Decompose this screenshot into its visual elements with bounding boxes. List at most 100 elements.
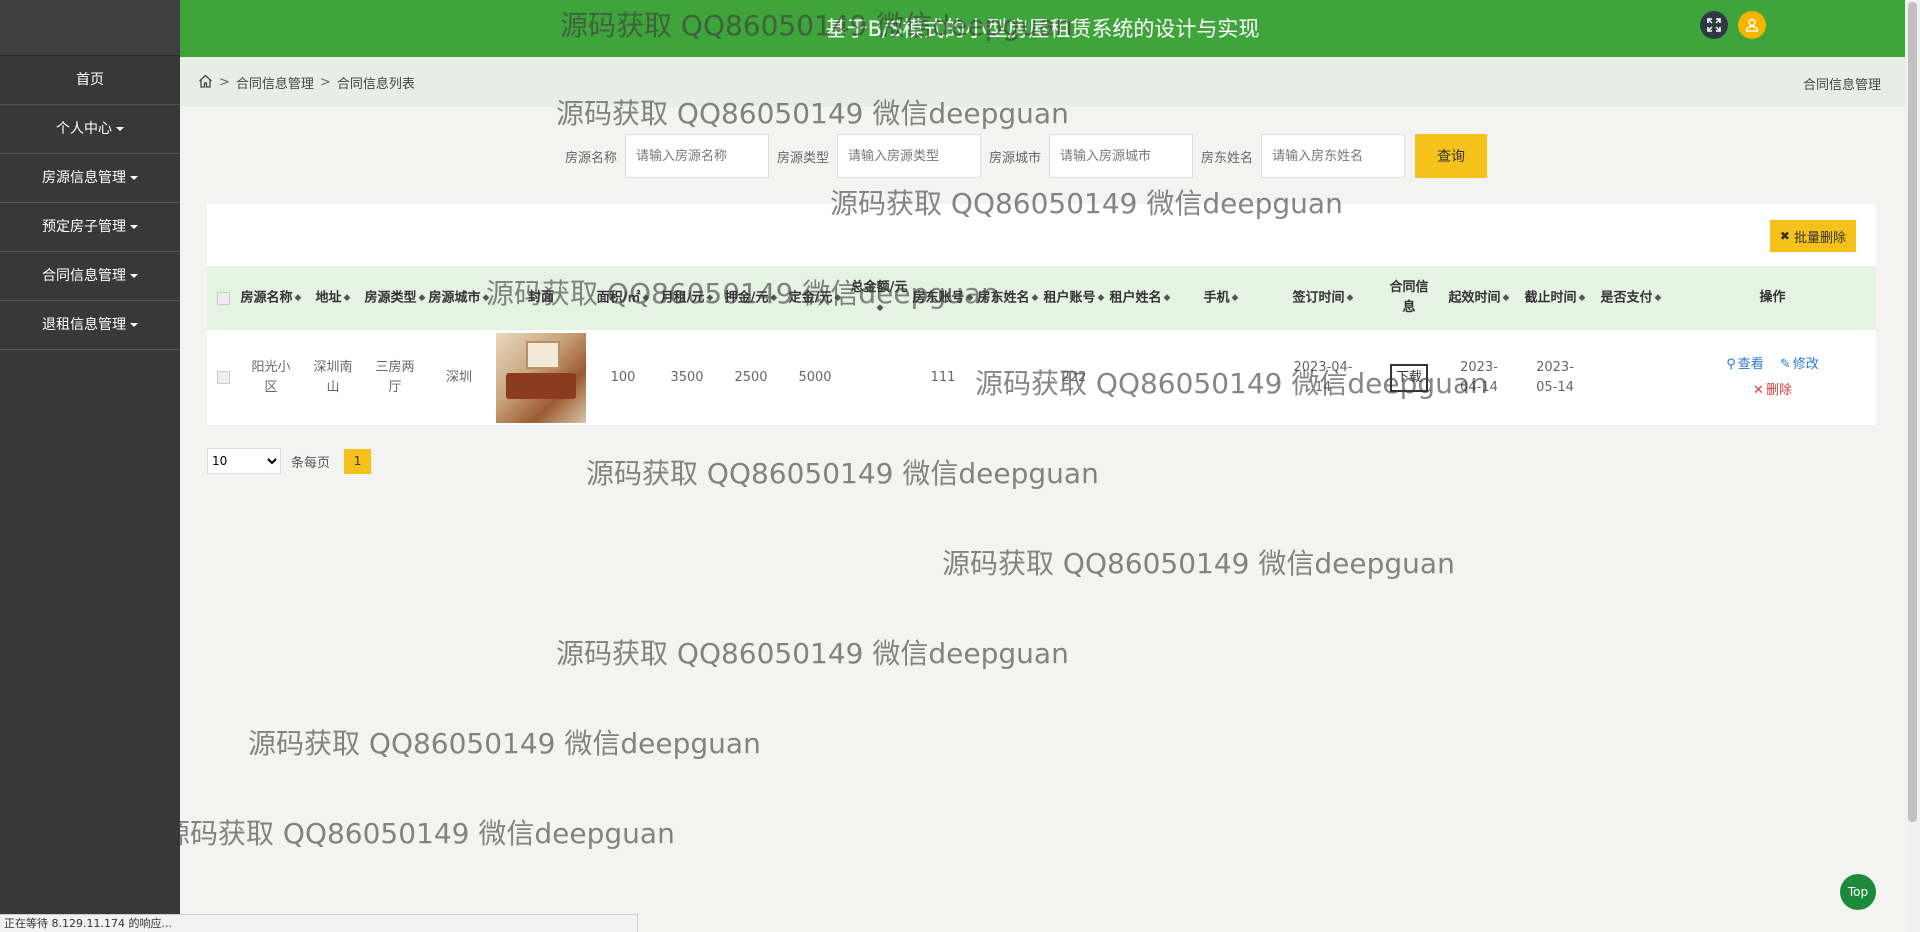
sidebar: 首页 个人中心 房源信息管理 预定房子管理 合同信息管理 退租信息管理 [0,0,180,932]
download-contract-button[interactable]: 下载 [1389,363,1428,392]
page-scrollbar[interactable] [1905,0,1920,932]
house-cover-image[interactable] [496,332,586,423]
header-paid[interactable]: 是否支付 ◆ [1593,266,1669,330]
caret-down-icon [130,323,138,327]
header-tenant-name[interactable]: 租户姓名 ◆ [1107,266,1173,330]
sort-icon[interactable]: ◆ [1579,288,1586,308]
sort-icon[interactable]: ◆ [1098,288,1105,308]
cell-house-name: 阳光小区 [251,359,291,395]
breadcrumb-separator: > [319,75,331,90]
sort-icon[interactable]: ◆ [1655,288,1662,308]
sort-icon[interactable]: ◆ [834,288,841,308]
header-actions: 操作 [1669,266,1876,330]
sort-icon[interactable]: ◆ [295,288,302,308]
page-number-button[interactable]: 1 [344,448,372,474]
browser-status-bar: 正在等待 8.129.11.174 的响应... [0,914,638,932]
cell-paid [1593,330,1669,425]
header-rent[interactable]: 月租/元 ◆ [655,266,719,330]
header-house-city[interactable]: 房源城市 ◆ [427,266,491,330]
header-total[interactable]: 总金额/元 ◆ [847,266,911,330]
sidebar-item-personal-center[interactable]: 个人中心 [0,105,180,154]
header-label: 总金额/元 [850,279,908,295]
sort-icon[interactable]: ◆ [1032,288,1039,308]
house-city-label: 房源城市 [989,150,1042,166]
sort-icon[interactable]: ◆ [706,288,713,308]
header-tenant-account[interactable]: 租户账号 ◆ [1041,266,1107,330]
header-owner-account[interactable]: 房东账号 ◆ [911,266,975,330]
query-button[interactable]: 查询 [1415,134,1488,178]
sort-icon[interactable]: ◆ [1232,288,1239,308]
scrollbar-thumb[interactable] [1908,2,1917,822]
header-deposit[interactable]: 押金/元 ◆ [719,266,783,330]
sort-icon[interactable]: ◆ [877,298,884,318]
header-label: 押金/元 [724,290,769,306]
app-title: 基于B/S模式的小型房屋租赁系统的设计与实现 [825,17,1260,41]
search-icon: ⚲ [1726,356,1736,372]
header-phone[interactable]: 手机 ◆ [1173,266,1269,330]
select-all-checkbox-cell[interactable] [207,266,239,330]
cell-actions: ⚲ 查看 ✎ 修改 ✕ 删除 [1669,330,1876,425]
select-all-checkbox[interactable] [216,291,230,305]
sort-icon[interactable]: ◆ [1347,288,1354,308]
house-type-input[interactable] [837,134,982,178]
sidebar-item-contract[interactable]: 合同信息管理 [0,252,180,301]
table-header: 房源名称 ◆ 地址 ◆ 房源类型 ◆ 房源城市 ◆ 封面 面积/㎡ ◆ 月租/元 ◆ 押金/… [207,266,1876,330]
user-icon[interactable] [1738,11,1766,39]
sidebar-item-booking[interactable]: 预定房子管理 [0,203,180,252]
breadcrumb-contract-management[interactable]: 合同信息管理 [236,73,314,92]
sidebar-item-checkout[interactable]: 退租信息管理 [0,301,180,350]
edit-button[interactable]: ✎ 修改 [1780,357,1819,372]
home-icon[interactable] [198,74,213,92]
header-end-time[interactable]: 截止时间 ◆ [1517,266,1593,330]
house-name-label: 房源名称 [565,150,618,166]
edit-icon: ✎ [1779,356,1791,372]
sidebar-item-home[interactable]: 首页 [0,56,180,105]
page-title: 合同信息管理 [1802,78,1881,93]
header-label: 地址 [315,290,342,306]
sort-icon[interactable]: ◆ [344,288,351,308]
page-size-select[interactable]: 10 [207,448,281,474]
fullscreen-icon[interactable] [1700,11,1728,39]
house-city-input[interactable] [1049,134,1194,178]
header-label: 房东账号 [912,290,965,306]
search-form: 房源名称 房源类型 房源城市 房东姓名 查询 [565,134,1488,178]
header-label: 房东姓名 [977,290,1030,306]
header-house-name[interactable]: 房源名称 ◆ [239,266,303,330]
sort-icon[interactable]: ◆ [967,288,974,308]
owner-name-input[interactable] [1261,134,1406,178]
sort-icon[interactable]: ◆ [1503,288,1510,308]
sort-icon[interactable]: ◆ [1164,288,1171,308]
view-label: 查看 [1737,356,1764,372]
sidebar-item-label: 房源信息管理 [42,170,126,186]
sidebar-item-house-info[interactable]: 房源信息管理 [0,154,180,203]
top-header: 基于B/S模式的小型房屋租赁系统的设计与实现 [180,0,1905,57]
view-button[interactable]: ⚲ 查看 [1726,357,1764,372]
header-start-time[interactable]: 起效时间 ◆ [1441,266,1517,330]
header-cover: 封面 [491,266,591,330]
header-house-type[interactable]: 房源类型 ◆ [363,266,427,330]
row-checkbox-cell[interactable] [207,330,239,425]
watermark: 源码获取 QQ86050149 微信deepguan [556,637,1069,670]
header-contract-info: 合同信息 [1377,266,1441,330]
sort-icon[interactable]: ◆ [642,288,649,308]
header-area[interactable]: 面积/㎡ ◆ [591,266,655,330]
cell-end-time: 2023-05-14 [1536,359,1574,395]
row-checkbox[interactable] [216,371,230,384]
breadcrumb-contract-list: 合同信息列表 [336,77,415,92]
header-address[interactable]: 地址 ◆ [303,266,363,330]
header-label: 封面 [527,290,554,305]
cell-contract-info: 下载 [1377,330,1441,425]
header-sign-time[interactable]: 签订时间 ◆ [1269,266,1377,330]
batch-delete-button[interactable]: ✖ 批量删除 [1769,220,1856,252]
header-earnest[interactable]: 定金/元 ◆ [783,266,847,330]
close-icon: ✕ [1753,382,1764,398]
house-name-input[interactable] [625,134,770,178]
sort-icon[interactable]: ◆ [770,288,777,308]
back-to-top-button[interactable]: Top [1840,874,1876,910]
sort-icon[interactable]: ◆ [483,288,490,308]
sort-icon[interactable]: ◆ [419,288,426,308]
delete-button[interactable]: ✕ 删除 [1753,383,1792,398]
sidebar-item-label: 预定房子管理 [42,219,126,235]
header-owner-name[interactable]: 房东姓名 ◆ [975,266,1041,330]
header-label: 合同信息 [1389,280,1429,315]
